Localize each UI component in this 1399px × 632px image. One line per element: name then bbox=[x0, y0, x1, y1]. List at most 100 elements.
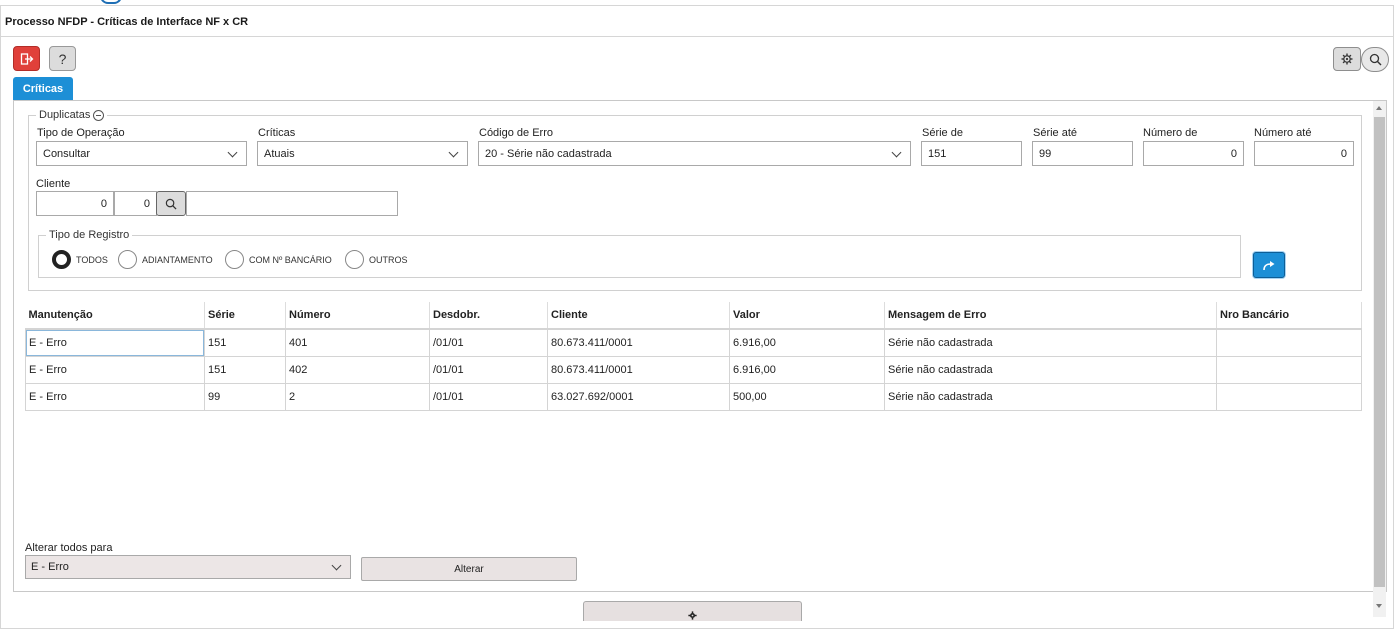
cliente-code-input[interactable]: 0 bbox=[36, 191, 114, 216]
cell-numero: 402 bbox=[285, 355, 430, 384]
cell-cliente: 63.027.692/0001 bbox=[547, 382, 730, 411]
cell-numero: 2 bbox=[285, 382, 430, 411]
cell-mensagem-erro: Série não cadastrada bbox=[884, 382, 1217, 411]
criticas-grid: Manutenção Série Número Desdobr. Cliente… bbox=[25, 302, 1362, 411]
cliente-label: Cliente bbox=[36, 178, 71, 190]
column-header-mensagem-erro[interactable]: Mensagem de Erro bbox=[884, 302, 1217, 330]
alterar-todos-value: E - Erro bbox=[31, 561, 69, 573]
column-header-numero[interactable]: Número bbox=[285, 302, 430, 330]
radio-todos[interactable]: TODOS bbox=[52, 250, 108, 269]
help-icon: ? bbox=[58, 50, 67, 67]
forward-arrow-icon bbox=[1263, 260, 1275, 270]
tipo-operacao-value: Consultar bbox=[43, 147, 91, 160]
numero-de-label: Número de bbox=[1143, 127, 1198, 139]
cell-manutencao[interactable]: E - Erro bbox=[25, 328, 205, 357]
table-row[interactable]: E - Erro 151 401 /01/01 80.673.411/0001 … bbox=[25, 328, 1362, 357]
cell-manutencao[interactable]: E - Erro bbox=[25, 355, 205, 384]
numero-ate-value: 0 bbox=[1340, 147, 1347, 160]
alterar-todos-label: Alterar todos para bbox=[25, 542, 113, 554]
codigo-erro-value: 20 - Série não cadastrada bbox=[485, 147, 612, 160]
codigo-erro-select[interactable]: 20 - Série não cadastrada bbox=[478, 141, 911, 166]
numero-de-value: 0 bbox=[1230, 147, 1237, 160]
cell-cliente: 80.673.411/0001 bbox=[547, 328, 730, 357]
numero-de-input[interactable]: 0 bbox=[1143, 141, 1244, 166]
column-header-nro-bancario[interactable]: Nro Bancário bbox=[1216, 302, 1362, 330]
scroll-down-icon[interactable] bbox=[1376, 604, 1382, 608]
criticas-select[interactable]: Atuais bbox=[257, 141, 468, 166]
gear-icon bbox=[1341, 53, 1353, 65]
cliente-search-button[interactable] bbox=[156, 191, 186, 216]
vertical-scrollbar[interactable] bbox=[1373, 101, 1386, 617]
column-header-serie[interactable]: Série bbox=[204, 302, 286, 330]
serie-ate-label: Série até bbox=[1033, 127, 1078, 139]
radio-com-nro-bancario[interactable]: COM Nº BANCÁRIO bbox=[225, 250, 332, 269]
cell-serie: 99 bbox=[204, 382, 286, 411]
cell-valor: 6.916,00 bbox=[729, 328, 885, 357]
table-row[interactable]: E - Erro 99 2 /01/01 63.027.692/0001 500… bbox=[25, 382, 1362, 411]
column-header-valor[interactable]: Valor bbox=[729, 302, 885, 330]
radio-unchecked-icon[interactable] bbox=[225, 250, 244, 269]
radio-unchecked-icon[interactable] bbox=[118, 250, 137, 269]
tab-criticas[interactable]: Críticas bbox=[13, 77, 73, 100]
numero-ate-input[interactable]: 0 bbox=[1254, 141, 1354, 166]
alterar-button[interactable]: Alterar bbox=[361, 557, 577, 581]
cliente-branch-value: 0 bbox=[143, 197, 150, 210]
exit-icon bbox=[20, 52, 33, 65]
scroll-up-icon[interactable] bbox=[1376, 106, 1382, 110]
settings-button[interactable] bbox=[1333, 47, 1361, 71]
serie-ate-value: 99 bbox=[1039, 147, 1052, 160]
serie-ate-input[interactable]: 99 bbox=[1032, 141, 1133, 166]
gear-icon bbox=[688, 611, 697, 620]
duplicatas-legend[interactable]: Duplicatas bbox=[36, 109, 108, 121]
cell-desdobr: /01/01 bbox=[429, 328, 548, 357]
radio-checked-icon[interactable] bbox=[52, 250, 71, 269]
numero-ate-label: Número até bbox=[1254, 127, 1312, 139]
cell-valor: 6.916,00 bbox=[729, 355, 885, 384]
cell-nro-bancario bbox=[1216, 382, 1362, 411]
brand-accent bbox=[100, 0, 122, 4]
tipo-registro-fieldset bbox=[38, 235, 1241, 278]
cell-manutencao[interactable]: E - Erro bbox=[25, 382, 205, 411]
cell-numero: 401 bbox=[285, 328, 430, 357]
cell-nro-bancario bbox=[1216, 355, 1362, 384]
exit-button[interactable] bbox=[13, 46, 40, 71]
title-bar: Processo NFDP - Críticas de Interface NF… bbox=[0, 6, 1393, 37]
search-icon bbox=[1369, 53, 1381, 66]
cell-serie: 151 bbox=[204, 328, 286, 357]
page-title: Processo NFDP - Críticas de Interface NF… bbox=[5, 16, 249, 28]
cell-valor: 500,00 bbox=[729, 382, 885, 411]
cell-mensagem-erro: Série não cadastrada bbox=[884, 328, 1217, 357]
radio-adiantamento[interactable]: ADIANTAMENTO bbox=[118, 250, 213, 269]
radio-unchecked-icon[interactable] bbox=[345, 250, 364, 269]
search-button[interactable] bbox=[1361, 47, 1389, 72]
radio-todos-label: TODOS bbox=[76, 254, 108, 265]
search-icon bbox=[165, 198, 177, 210]
bottom-action-button[interactable] bbox=[583, 601, 802, 621]
column-header-desdobr[interactable]: Desdobr. bbox=[429, 302, 548, 330]
radio-com-nro-bancario-label: COM Nº BANCÁRIO bbox=[249, 254, 332, 265]
column-header-cliente[interactable]: Cliente bbox=[547, 302, 730, 330]
collapse-icon[interactable] bbox=[93, 109, 105, 121]
cliente-name-input[interactable] bbox=[186, 191, 398, 216]
criticas-label: Críticas bbox=[258, 127, 296, 139]
serie-de-value: 151 bbox=[928, 147, 947, 160]
codigo-erro-label: Código de Erro bbox=[479, 127, 553, 139]
table-row[interactable]: E - Erro 151 402 /01/01 80.673.411/0001 … bbox=[25, 355, 1362, 384]
help-button[interactable]: ? bbox=[49, 46, 76, 71]
radio-outros-label: OUTROS bbox=[369, 254, 408, 265]
column-header-manutencao[interactable]: Manutenção bbox=[25, 302, 205, 330]
scrollbar-thumb[interactable] bbox=[1374, 117, 1385, 587]
execute-button[interactable] bbox=[1253, 252, 1285, 278]
alterar-todos-select[interactable]: E - Erro bbox=[25, 555, 351, 579]
cell-desdobr: /01/01 bbox=[429, 382, 548, 411]
cliente-code-value: 0 bbox=[100, 197, 107, 210]
cliente-branch-input[interactable]: 0 bbox=[114, 191, 157, 216]
table-header-row: Manutenção Série Número Desdobr. Cliente… bbox=[25, 302, 1362, 330]
serie-de-input[interactable]: 151 bbox=[921, 141, 1022, 166]
criticas-value: Atuais bbox=[264, 147, 295, 160]
tipo-operacao-select[interactable]: Consultar bbox=[36, 141, 247, 166]
cell-serie: 151 bbox=[204, 355, 286, 384]
radio-outros[interactable]: OUTROS bbox=[345, 250, 408, 269]
tipo-operacao-label: Tipo de Operação bbox=[37, 127, 125, 139]
tipo-registro-legend: Tipo de Registro bbox=[46, 229, 133, 241]
